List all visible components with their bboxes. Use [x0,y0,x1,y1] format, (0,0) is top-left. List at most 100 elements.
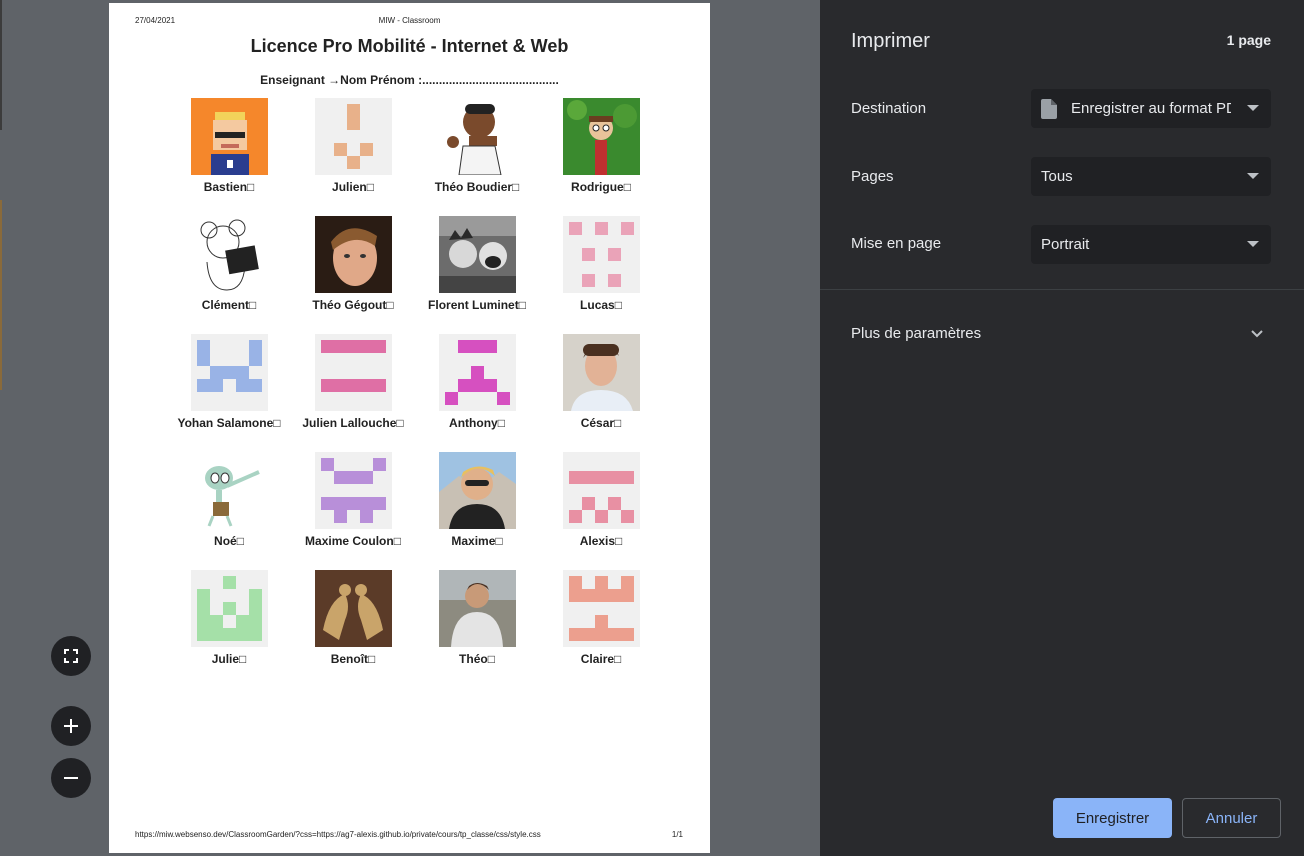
student-card: Julie□ [167,570,291,688]
student-card: Yohan Salamone□ [167,334,291,452]
student-card: Lucas□ [539,216,663,334]
save-button[interactable]: Enregistrer [1053,798,1172,838]
student-card: Claire□ [539,570,663,688]
student-name: Rodrigue□ [571,180,631,194]
print-preview-area: 27/04/2021 MIW - Classroom Licence Pro M… [0,0,820,856]
student-card: Alexis□ [539,452,663,570]
student-name: Yohan Salamone□ [177,416,281,430]
student-card: Théo Gégout□ [291,216,415,334]
background-edge [0,0,2,130]
student-avatar [314,334,392,411]
student-avatar [190,216,268,293]
students-row: Clément□ Théo Gégout□ Florent Luminet□ L… [167,216,663,334]
panel-divider [820,289,1304,290]
destination-value: Enregistrer au format PDF [1071,100,1231,117]
student-card: Julien Lallouche□ [291,334,415,452]
student-name: Benoît□ [330,652,376,666]
background-edge-accent [0,200,2,390]
fit-to-page-icon [64,649,78,663]
panel-title: Imprimer [851,30,930,52]
student-avatar [438,98,516,175]
more-settings-toggle[interactable]: Plus de paramètres [851,325,981,342]
zoom-out-icon [64,777,78,779]
destination-label: Destination [851,100,927,117]
chevron-down-icon[interactable] [1250,327,1264,341]
student-name: Lucas□ [580,298,622,312]
chevron-down-icon [1247,105,1259,111]
file-icon [1041,98,1057,119]
student-name: Anthony□ [449,416,505,430]
student-card: Clément□ [167,216,291,334]
layout-select[interactable]: Portrait [1031,225,1271,264]
print-settings-panel: Imprimer 1 page Destination Enregistrer … [820,0,1304,856]
student-avatar [562,452,640,529]
student-avatar [438,334,516,411]
pages-select[interactable]: Tous [1031,157,1271,196]
page-count: 1 page [1226,32,1271,48]
students-grid: Bastien□ Julien□ Théo Boudier□ Rodrigue□… [167,98,663,688]
pages-label: Pages [851,168,894,185]
student-avatar [190,452,268,529]
student-name: Bastien□ [203,180,255,194]
student-name: Alexis□ [579,534,623,548]
student-card: Théo Boudier□ [415,98,539,216]
student-card: Julien□ [291,98,415,216]
student-name: Claire□ [580,652,622,666]
zoom-in-button[interactable] [51,706,91,746]
student-avatar [438,216,516,293]
student-avatar [562,98,640,175]
student-avatar [314,98,392,175]
student-name: Julien Lallouche□ [302,416,404,430]
students-row: Yohan Salamone□ Julien Lallouche□ Anthon… [167,334,663,452]
student-name: Théo Gégout□ [312,298,394,312]
cancel-button[interactable]: Annuler [1182,798,1281,838]
document-title: Licence Pro Mobilité - Internet & Web [250,36,569,56]
destination-select[interactable]: Enregistrer au format PDF [1031,89,1271,128]
zoom-in-icon [64,719,78,733]
fit-to-page-button[interactable] [51,636,91,676]
student-avatar [190,570,268,647]
student-avatar [190,334,268,411]
student-avatar [314,570,392,647]
student-card: Florent Luminet□ [415,216,539,334]
student-avatar [562,216,640,293]
pages-value: Tous [1041,168,1073,185]
student-card: César□ [539,334,663,452]
student-name: César□ [580,416,622,430]
student-name: Julien□ [332,180,374,194]
student-name: Noé□ [214,534,244,548]
student-name: Maxime Coulon□ [305,534,401,548]
print-page: 27/04/2021 MIW - Classroom Licence Pro M… [109,3,710,853]
student-card: Noé□ [167,452,291,570]
student-card: Théo□ [415,570,539,688]
page-header-title: MIW - Classroom [378,16,441,25]
student-avatar [314,216,392,293]
students-row: Bastien□ Julien□ Théo Boudier□ Rodrigue□ [167,98,663,216]
student-avatar [562,334,640,411]
student-card: Maxime Coulon□ [291,452,415,570]
student-avatar [438,570,516,647]
teacher-line: Enseignant →Nom Prénom :................… [260,73,559,87]
student-card: Bastien□ [167,98,291,216]
layout-value: Portrait [1041,236,1090,253]
student-card: Benoît□ [291,570,415,688]
student-name: Florent Luminet□ [428,298,526,312]
student-name: Théo Boudier□ [434,180,520,194]
chevron-down-icon [1247,173,1259,179]
page-footer-url: https://miw.websenso.dev/ClassroomGarden… [135,830,541,839]
student-avatar [562,570,640,647]
student-avatar [438,452,516,529]
student-avatar [190,98,268,175]
student-name: Clément□ [201,298,257,312]
student-card: Maxime□ [415,452,539,570]
student-name: Théo□ [459,652,495,666]
page-footer-number: 1/1 [671,830,683,839]
students-row: Noé□ Maxime Coulon□ Maxime□ Alexis□ [167,452,663,570]
chevron-down-icon [1247,241,1259,247]
layout-label: Mise en page [851,235,942,252]
student-name: Julie□ [211,652,247,666]
student-name: Maxime□ [451,534,503,548]
zoom-out-button[interactable] [51,758,91,798]
student-card: Anthony□ [415,334,539,452]
students-row: Julie□ Benoît□ Théo□ Claire□ [167,570,663,688]
